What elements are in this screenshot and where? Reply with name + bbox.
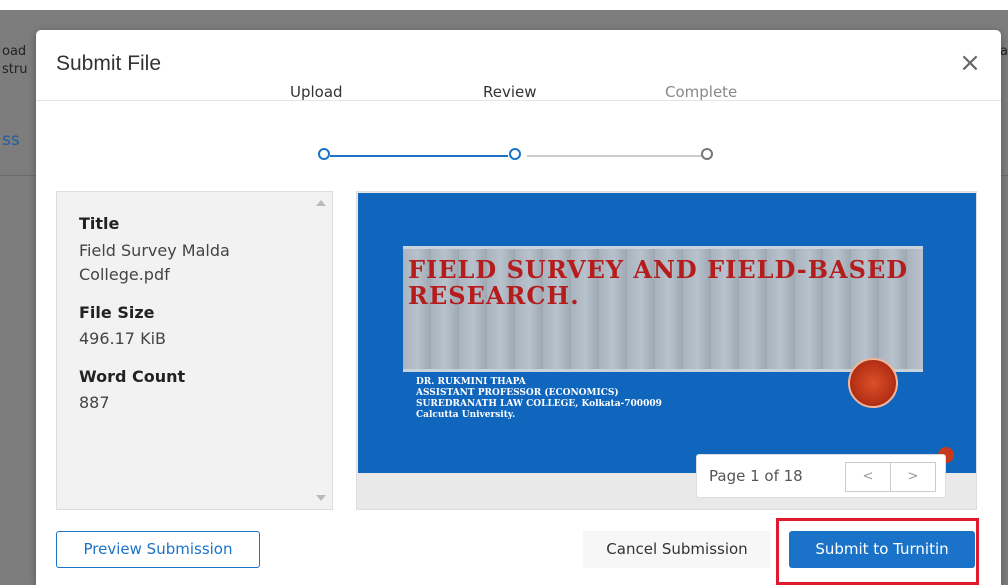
highlight-annotation-box [776, 518, 979, 585]
step-upload-dot [318, 148, 330, 160]
author-line: Calcutta University. [416, 410, 516, 420]
next-page-button[interactable]: > [890, 462, 936, 492]
background-text-fragment: stru [2, 62, 28, 77]
step-review-dot [509, 148, 521, 160]
file-size-value: 496.17 KiB [79, 329, 166, 348]
prev-page-button[interactable]: < [845, 462, 891, 492]
scroll-up-icon[interactable] [316, 200, 326, 206]
word-count-value: 887 [79, 393, 110, 412]
step-review-label: Review [483, 83, 537, 101]
background-text-fragment: a [1000, 44, 1008, 59]
modal-title: Submit File [56, 52, 162, 75]
page-top-strip [0, 0, 1008, 10]
scroll-down-icon[interactable] [316, 495, 326, 501]
page-navigator: Page 1 of 18 < > [696, 454, 946, 498]
close-icon[interactable]: × [957, 50, 983, 76]
author-line: ASSISTANT PROFESSOR (ECONOMICS) [416, 388, 619, 398]
seal-icon [848, 358, 898, 408]
page-indicator: Page 1 of 18 [709, 467, 803, 485]
step-upload-label: Upload [290, 83, 343, 101]
document-preview: FIELD SURVEY AND FIELD-BASED RESEARCH. D… [356, 191, 977, 510]
preview-submission-button[interactable]: Preview Submission [56, 531, 260, 568]
step-complete-label: Complete [665, 83, 738, 101]
file-size-label: File Size [79, 303, 155, 322]
step-connector-pending [527, 155, 703, 157]
author-line: DR. RUKMINI THAPA [416, 377, 526, 387]
author-line: SUREDRANATH LAW COLLEGE, Kolkata-700009 [416, 399, 662, 409]
step-connector-done [330, 155, 508, 157]
cancel-submission-button[interactable]: Cancel Submission [583, 531, 771, 568]
word-count-label: Word Count [79, 367, 186, 386]
slide-author-block: DR. RUKMINI THAPA ASSISTANT PROFESSOR (E… [416, 377, 662, 421]
title-label: Title [79, 214, 120, 233]
preview-slide: FIELD SURVEY AND FIELD-BASED RESEARCH. D… [358, 193, 976, 473]
step-complete-dot [701, 148, 713, 160]
background-text-fragment: oad [2, 44, 27, 59]
slide-title: FIELD SURVEY AND FIELD-BASED RESEARCH. [408, 255, 909, 310]
file-info-panel[interactable]: Title Field Survey Malda College.pdf Fil… [56, 191, 333, 510]
title-value: Field Survey Malda College.pdf [79, 241, 230, 284]
background-text-fragment: ss [2, 130, 20, 150]
